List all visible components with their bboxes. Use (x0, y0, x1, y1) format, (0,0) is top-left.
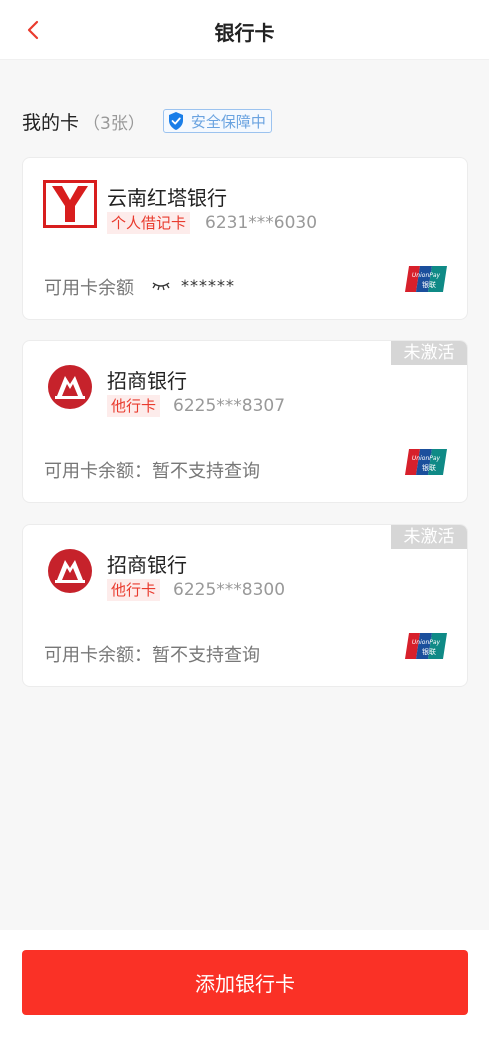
section-title: 我的卡 (22, 111, 80, 134)
svg-text:UnionPay: UnionPay (412, 455, 441, 462)
shield-check-icon (168, 112, 183, 130)
svg-text:UnionPay: UnionPay (412, 272, 441, 279)
balance-label: 可用卡余额 (44, 278, 134, 299)
card-count: （3张） (83, 113, 145, 134)
card-type-tag: 他行卡 (107, 579, 161, 601)
svg-text:银联: 银联 (422, 280, 436, 289)
cmb-bank-logo-icon (48, 365, 92, 409)
bank-name: 云南红塔银行 (107, 186, 227, 210)
bank-name: 招商银行 (107, 553, 187, 577)
card-type-tag: 个人借记卡 (107, 212, 191, 234)
card-number: 6225***8307 (173, 396, 286, 416)
nav-bar: 银行卡 (0, 0, 489, 60)
security-badge[interactable]: 安全保障中 (162, 109, 272, 133)
unionpay-icon: UnionPay 银联 (405, 266, 447, 292)
svg-text:银联: 银联 (422, 647, 436, 656)
section-header: 我的卡 （3张） 安全保障中 (22, 107, 272, 135)
card-number: 6231***6030 (205, 213, 318, 233)
svg-text:银联: 银联 (422, 463, 436, 472)
bank-card[interactable]: 未激活 招商银行 他行卡 6225***8300 可用卡余额：暂不支持查询 Un… (22, 524, 468, 687)
inactive-badge: 未激活 (391, 525, 467, 549)
unionpay-icon: UnionPay 银联 (405, 633, 447, 659)
unionpay-icon: UnionPay 银联 (405, 449, 447, 475)
balance-label: 可用卡余额：暂不支持查询 (44, 645, 260, 666)
card-number: 6225***8300 (173, 580, 286, 600)
balance-label: 可用卡余额：暂不支持查询 (44, 461, 260, 482)
masked-balance: ****** (181, 276, 235, 295)
inactive-badge: 未激活 (391, 341, 467, 365)
security-badge-label: 安全保障中 (190, 112, 266, 131)
bank-name: 招商银行 (107, 369, 187, 393)
bank-card[interactable]: 云南红塔银行 个人借记卡 6231***6030 可用卡余额 ****** Un… (22, 157, 468, 320)
svg-text:UnionPay: UnionPay (412, 639, 441, 646)
page-title: 银行卡 (214, 21, 275, 45)
bank-card[interactable]: 未激活 招商银行 他行卡 6225***8307 可用卡余额：暂不支持查询 Un… (22, 340, 468, 503)
add-bank-card-button[interactable]: 添加银行卡 (22, 950, 468, 1015)
eye-closed-icon[interactable] (151, 278, 171, 292)
cmb-bank-logo-icon (48, 549, 92, 593)
card-type-tag: 他行卡 (107, 395, 161, 417)
hongta-bank-logo-icon (43, 180, 97, 228)
